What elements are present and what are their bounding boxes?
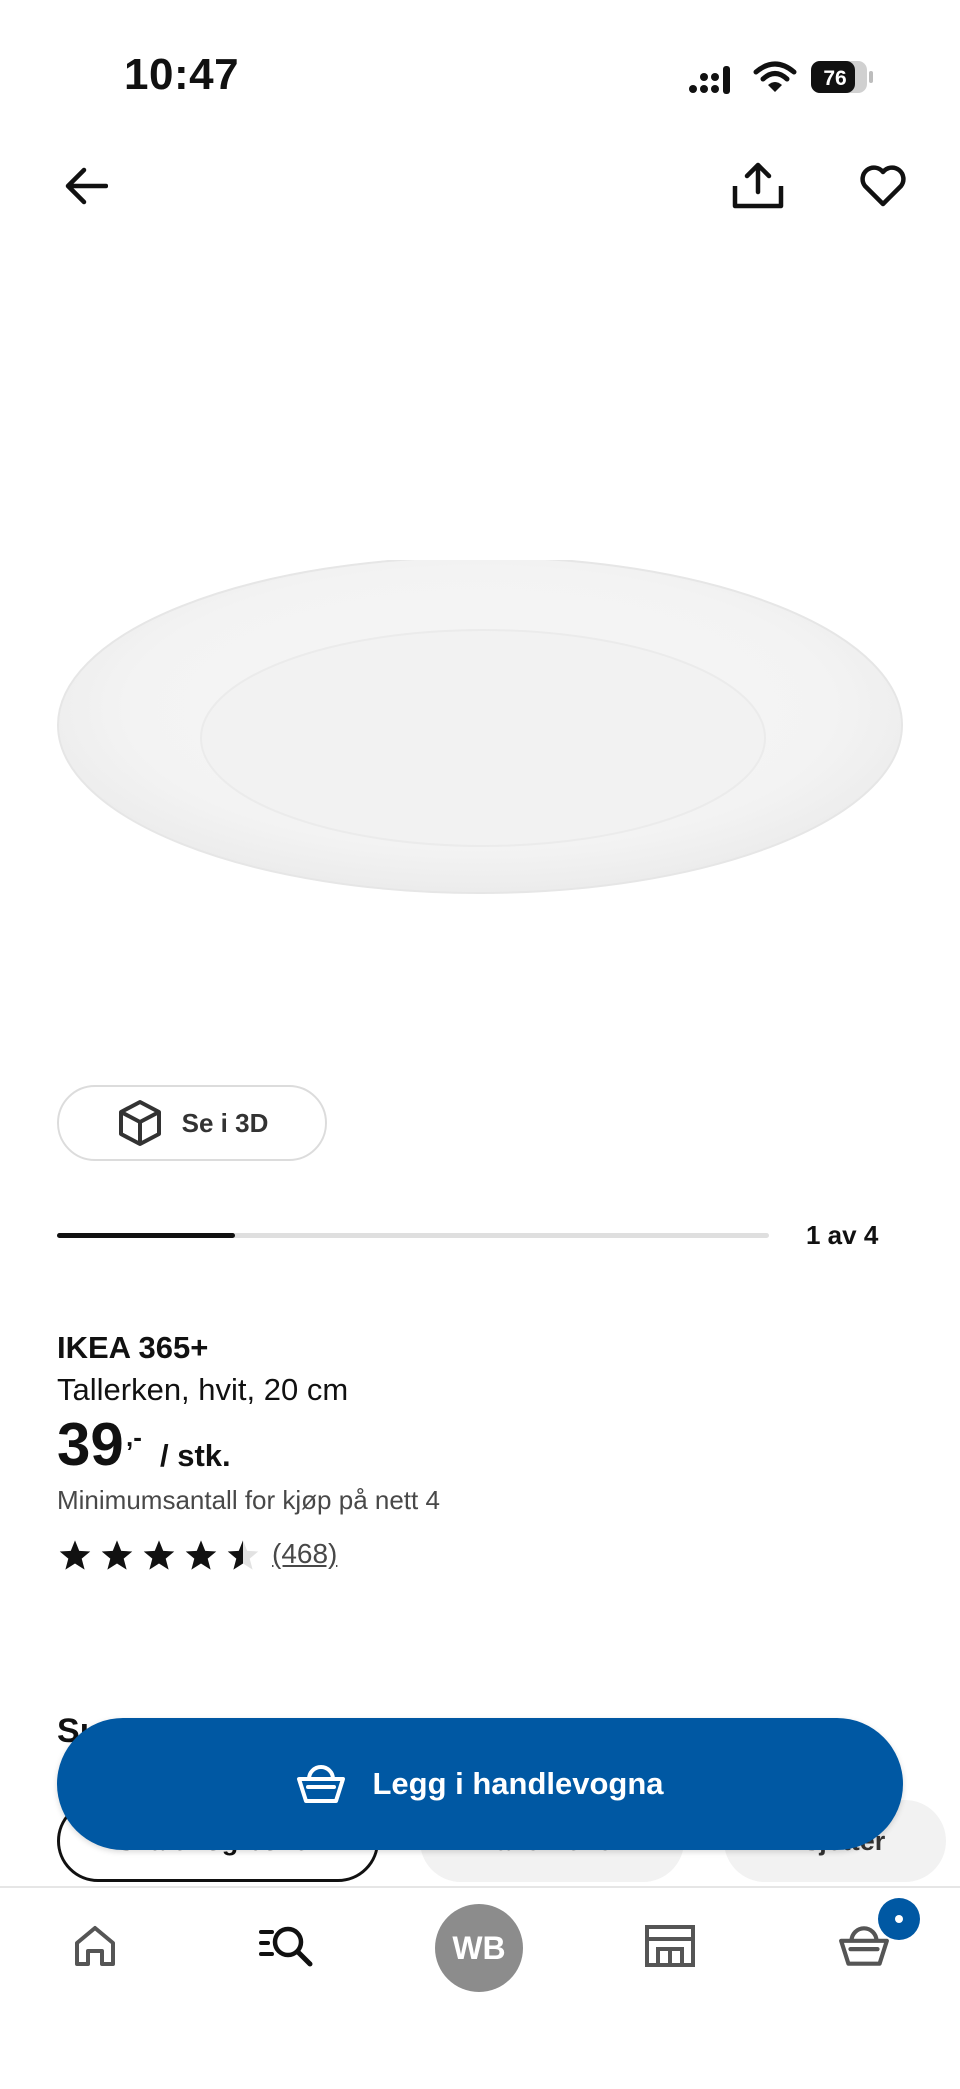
status-time: 10:47 — [124, 50, 240, 99]
price-suffix: ,- — [126, 1422, 142, 1452]
heart-icon — [860, 165, 906, 207]
price-unit: / stk. — [160, 1438, 231, 1473]
battery-level: 76 — [823, 67, 846, 90]
add-to-cart-label: Legg i handlevogna — [372, 1766, 664, 1801]
store-icon — [645, 1925, 695, 1967]
back-button[interactable] — [56, 156, 116, 216]
wifi-icon — [753, 61, 797, 92]
product-price: 39 — [57, 1411, 124, 1478]
rating-star — [101, 1540, 133, 1570]
view-3d-label: Se i 3D — [181, 1107, 269, 1138]
battery-icon: 76 — [811, 61, 873, 93]
rating-star — [59, 1540, 91, 1570]
share-button[interactable] — [728, 156, 788, 216]
rating-stars[interactable] — [57, 1538, 261, 1572]
nav-home[interactable] — [55, 1906, 135, 1986]
basket-icon — [297, 1765, 346, 1803]
nav-profile-avatar[interactable]: WB — [435, 1904, 523, 1992]
cube-icon — [118, 1100, 161, 1146]
product-image[interactable] — [55, 556, 905, 920]
nav-search[interactable] — [246, 1906, 326, 1986]
search-icon — [259, 1926, 313, 1967]
gallery-progress-fill — [57, 1233, 235, 1238]
product-description: Tallerken, hvit, 20 cm — [57, 1372, 349, 1407]
view-3d-button[interactable]: Se i 3D — [57, 1085, 327, 1161]
min-quantity-note: Minimumsantall for kjøp på nett 4 — [57, 1485, 440, 1515]
cart-badge — [878, 1898, 920, 1940]
home-icon — [75, 1926, 115, 1966]
nav-stores[interactable] — [630, 1906, 710, 1986]
rating-star — [185, 1540, 217, 1570]
signal-icon — [689, 66, 730, 94]
add-to-cart-button[interactable]: Legg i handlevogna — [57, 1718, 903, 1850]
arrow-left-icon — [65, 167, 108, 205]
share-icon — [732, 162, 784, 209]
rating-star — [143, 1540, 175, 1570]
gallery-pager-label: 1 av 4 — [806, 1220, 879, 1250]
favorite-button[interactable] — [853, 156, 913, 216]
review-count-link[interactable]: (468) — [272, 1538, 337, 1570]
product-brand[interactable]: IKEA 365+ — [57, 1330, 208, 1366]
rating-star — [227, 1540, 259, 1570]
